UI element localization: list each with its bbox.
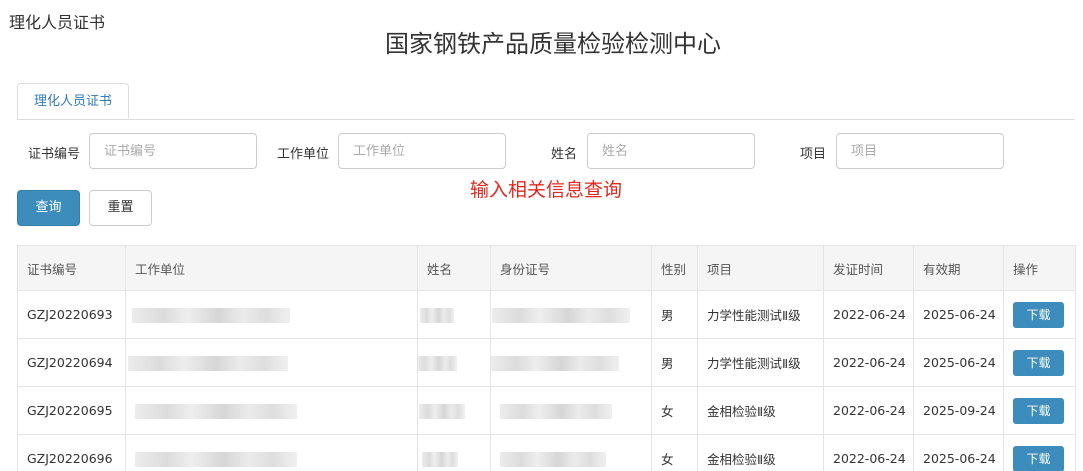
header-issue-date: 发证时间 <box>823 245 914 291</box>
cell-project: 金相检验Ⅱ级 <box>697 434 824 471</box>
header-name: 姓名 <box>417 245 491 291</box>
cell-actions: 下载 <box>1003 338 1076 387</box>
cell-cert-no: GZJ20220693 <box>17 290 126 339</box>
download-button[interactable]: 下载 <box>1013 397 1064 424</box>
cell-work-unit-redacted <box>125 434 418 471</box>
cell-id-number-redacted <box>490 290 652 339</box>
results-table: 证书编号 工作单位 姓名 身份证号 性别 项目 发证时间 有效期 操作 GZJ2… <box>17 245 1076 471</box>
cell-issue-date: 2022-06-24 <box>823 338 914 387</box>
cell-valid-until: 2025-06-24 <box>913 338 1004 387</box>
header-gender: 性别 <box>651 245 698 291</box>
work-unit-label: 工作单位 <box>277 147 330 162</box>
cell-work-unit-redacted <box>125 290 418 339</box>
cert-no-input[interactable] <box>89 133 257 169</box>
cell-actions: 下载 <box>1003 386 1076 435</box>
header-project: 项目 <box>697 245 824 291</box>
cell-cert-no: GZJ20220695 <box>17 386 126 435</box>
header-valid-until: 有效期 <box>913 245 1004 291</box>
cell-project: 力学性能测试Ⅱ级 <box>697 290 824 339</box>
table-row: GZJ20220694 男 力学性能测试Ⅱ级 2022-06-24 2025-0… <box>17 338 1076 387</box>
reset-button[interactable]: 重置 <box>89 190 152 226</box>
cell-valid-until: 2025-09-24 <box>913 386 1004 435</box>
cell-issue-date: 2022-06-24 <box>823 434 914 471</box>
search-hint: 输入相关信息查询 <box>470 179 623 201</box>
cell-project: 力学性能测试Ⅱ级 <box>697 338 824 387</box>
page: 理化人员证书 国家钢铁产品质量检验检测中心 理化人员证书 证书编号 工作单位 姓… <box>0 0 1083 471</box>
download-button[interactable]: 下载 <box>1013 445 1064 471</box>
download-button[interactable]: 下载 <box>1013 301 1064 328</box>
cell-work-unit-redacted <box>125 338 418 387</box>
cert-no-label: 证书编号 <box>28 147 81 162</box>
cell-name-redacted <box>417 434 491 471</box>
cell-name-redacted <box>417 386 491 435</box>
work-unit-input[interactable] <box>338 133 506 169</box>
cell-work-unit-redacted <box>125 386 418 435</box>
cell-actions: 下载 <box>1003 290 1076 339</box>
page-title: 国家钢铁产品质量检验检测中心 <box>385 30 721 58</box>
cell-actions: 下载 <box>1003 434 1076 471</box>
table-header-row: 证书编号 工作单位 姓名 身份证号 性别 项目 发证时间 有效期 操作 <box>17 245 1076 291</box>
cell-cert-no: GZJ20220696 <box>17 434 126 471</box>
header-id-number: 身份证号 <box>490 245 652 291</box>
project-label: 项目 <box>800 147 827 162</box>
table-row: GZJ20220696 女 金相检验Ⅱ级 2022-06-24 2025-06-… <box>17 434 1076 471</box>
cell-issue-date: 2022-06-24 <box>823 386 914 435</box>
download-button[interactable]: 下载 <box>1013 349 1064 376</box>
cell-valid-until: 2025-06-24 <box>913 434 1004 471</box>
cell-id-number-redacted <box>490 338 652 387</box>
cell-cert-no: GZJ20220694 <box>17 338 126 387</box>
table-row: GZJ20220693 男 力学性能测试Ⅱ级 2022-06-24 2025-0… <box>17 290 1076 339</box>
cell-valid-until: 2025-06-24 <box>913 290 1004 339</box>
cell-gender: 女 <box>651 434 698 471</box>
name-input[interactable] <box>587 133 755 169</box>
cell-name-redacted <box>417 290 491 339</box>
cell-name-redacted <box>417 338 491 387</box>
cell-issue-date: 2022-06-24 <box>823 290 914 339</box>
project-input[interactable] <box>836 133 1004 169</box>
header-cert-no: 证书编号 <box>17 245 126 291</box>
table-row: GZJ20220695 女 金相检验Ⅱ级 2022-06-24 2025-09-… <box>17 386 1076 435</box>
name-label: 姓名 <box>551 147 578 162</box>
cell-id-number-redacted <box>490 434 652 471</box>
tab-bar: 理化人员证书 <box>17 83 1075 120</box>
cell-gender: 男 <box>651 338 698 387</box>
cell-id-number-redacted <box>490 386 652 435</box>
tab-certificates[interactable]: 理化人员证书 <box>17 83 129 119</box>
cell-project: 金相检验Ⅱ级 <box>697 386 824 435</box>
header-work-unit: 工作单位 <box>125 245 418 291</box>
header-actions: 操作 <box>1003 245 1076 291</box>
cell-gender: 女 <box>651 386 698 435</box>
query-button[interactable]: 查询 <box>17 190 80 226</box>
cell-gender: 男 <box>651 290 698 339</box>
